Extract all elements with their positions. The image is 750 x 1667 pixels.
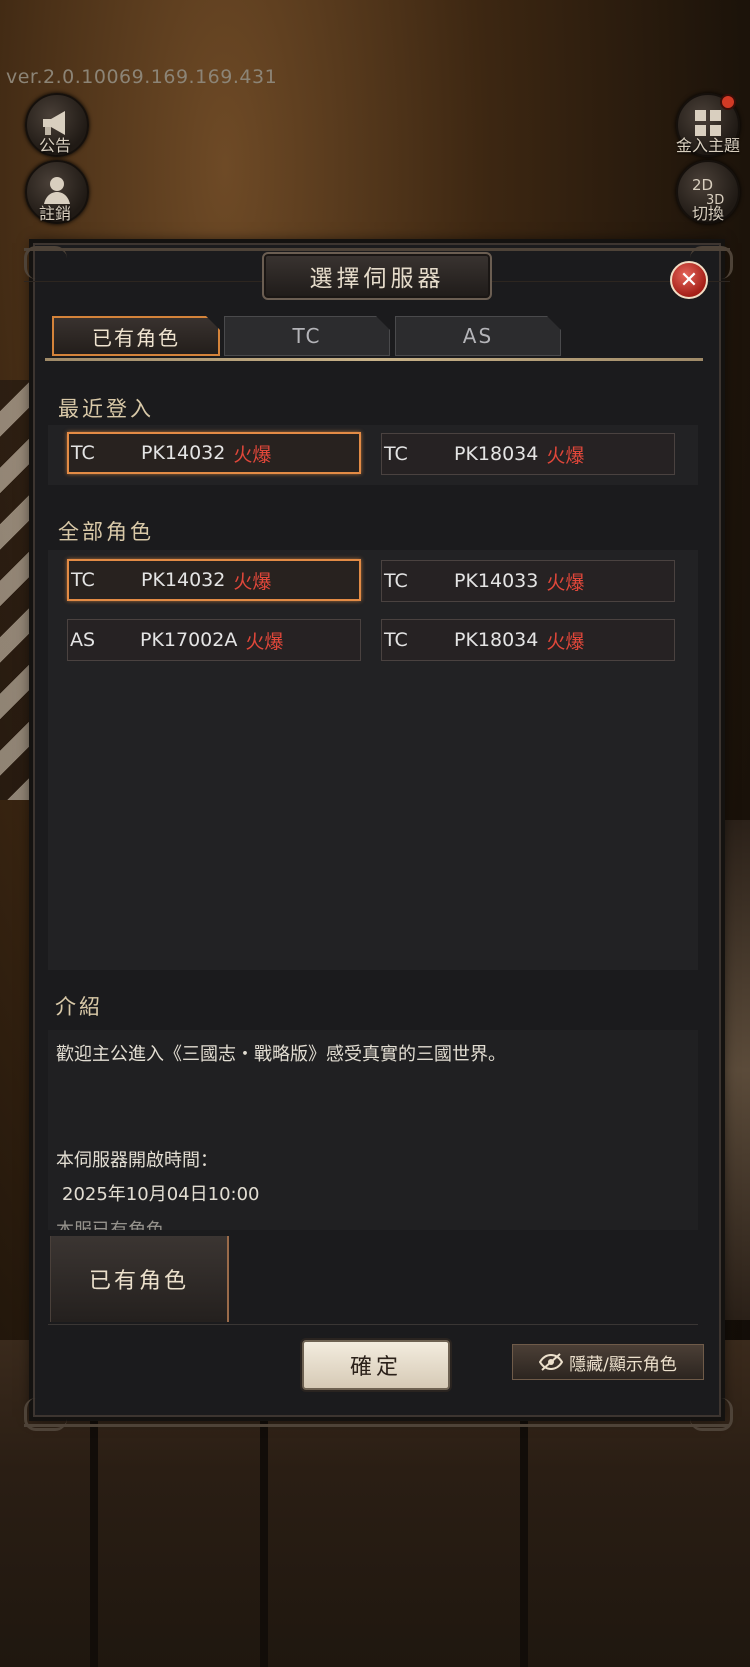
tab-as[interactable]: AS <box>395 316 561 356</box>
eye-icon <box>539 1353 564 1371</box>
server-id: PK14033 <box>454 570 539 592</box>
server-id: PK17002A <box>140 629 238 651</box>
tab-underline <box>45 358 703 361</box>
dialog-frame-bottom <box>24 1406 730 1427</box>
server-region: TC <box>384 443 408 465</box>
server-card[interactable]: TC PK14033 火爆 <box>381 560 675 602</box>
toggle-roles-button[interactable]: 隱藏/顯示角色 <box>512 1344 704 1380</box>
divider <box>48 1324 698 1325</box>
notification-dot <box>720 94 736 110</box>
server-card[interactable]: AS PK17002A 火爆 <box>67 619 361 661</box>
server-card[interactable]: TC PK14032 火爆 <box>67 432 361 474</box>
background-post <box>520 1390 528 1667</box>
tab-existing-roles[interactable]: 已有角色 <box>52 316 220 356</box>
all-roles-section <box>48 550 698 970</box>
open-time-value: 2025年10月04日10:00 <box>62 1184 260 1205</box>
intro-welcome: 歡迎主公進入《三國志・戰略版》感受真實的三國世界。 <box>56 1044 506 1065</box>
server-id: PK18034 <box>454 629 539 651</box>
main-menu-label: 金入主題 <box>675 136 740 155</box>
server-region: TC <box>384 629 408 651</box>
server-card[interactable]: TC PK18034 火爆 <box>381 433 675 475</box>
all-roles-title: 全部角色 <box>58 520 154 544</box>
svg-text:2D: 2D <box>692 176 713 194</box>
background-post <box>260 1390 268 1667</box>
close-button[interactable]: ✕ <box>670 261 708 299</box>
frame-corner <box>690 1398 733 1431</box>
intro-cut-line: 本服已有角色 <box>56 1216 164 1230</box>
tab-tc[interactable]: TC <box>224 316 390 356</box>
recent-login-title: 最近登入 <box>58 397 154 421</box>
server-status: 火爆 <box>546 444 585 467</box>
server-region: TC <box>71 569 95 591</box>
intro-title: 介紹 <box>55 995 103 1019</box>
logout-label: 註銷 <box>38 204 71 223</box>
close-icon: ✕ <box>679 267 699 293</box>
dialog-title: 選擇伺服器 <box>262 252 492 300</box>
view-switch-label: 切換 <box>691 204 724 223</box>
server-region: TC <box>384 570 408 592</box>
toggle-roles-label: 隱藏/顯示角色 <box>569 1354 677 1375</box>
confirm-button[interactable]: 確定 <box>302 1340 450 1390</box>
server-status: 火爆 <box>233 443 272 466</box>
background-post <box>90 1390 98 1667</box>
server-id: PK14032 <box>141 442 226 464</box>
bottom-tab-existing-roles[interactable]: 已有角色 <box>50 1236 229 1322</box>
frame-corner <box>24 246 67 279</box>
server-region: AS <box>70 629 96 651</box>
version-text: ver.2.0.10069.169.169.431 <box>6 66 278 88</box>
server-card[interactable]: TC PK14032 火爆 <box>67 559 361 601</box>
server-status: 火爆 <box>546 630 585 653</box>
notice-label: 公告 <box>38 136 71 155</box>
server-status: 火爆 <box>233 570 272 593</box>
frame-corner <box>24 1398 67 1431</box>
intro-text-box[interactable]: 歡迎主公進入《三國志・戰略版》感受真實的三國世界。 本伺服器開啟時間： 2025… <box>48 1030 698 1230</box>
server-id: PK14032 <box>141 569 226 591</box>
server-region: TC <box>71 442 95 464</box>
server-id: PK18034 <box>454 443 539 465</box>
server-status: 火爆 <box>546 571 585 594</box>
open-time-label: 本伺服器開啟時間： <box>56 1150 218 1171</box>
server-card[interactable]: TC PK18034 火爆 <box>381 619 675 661</box>
server-status: 火爆 <box>245 630 284 653</box>
